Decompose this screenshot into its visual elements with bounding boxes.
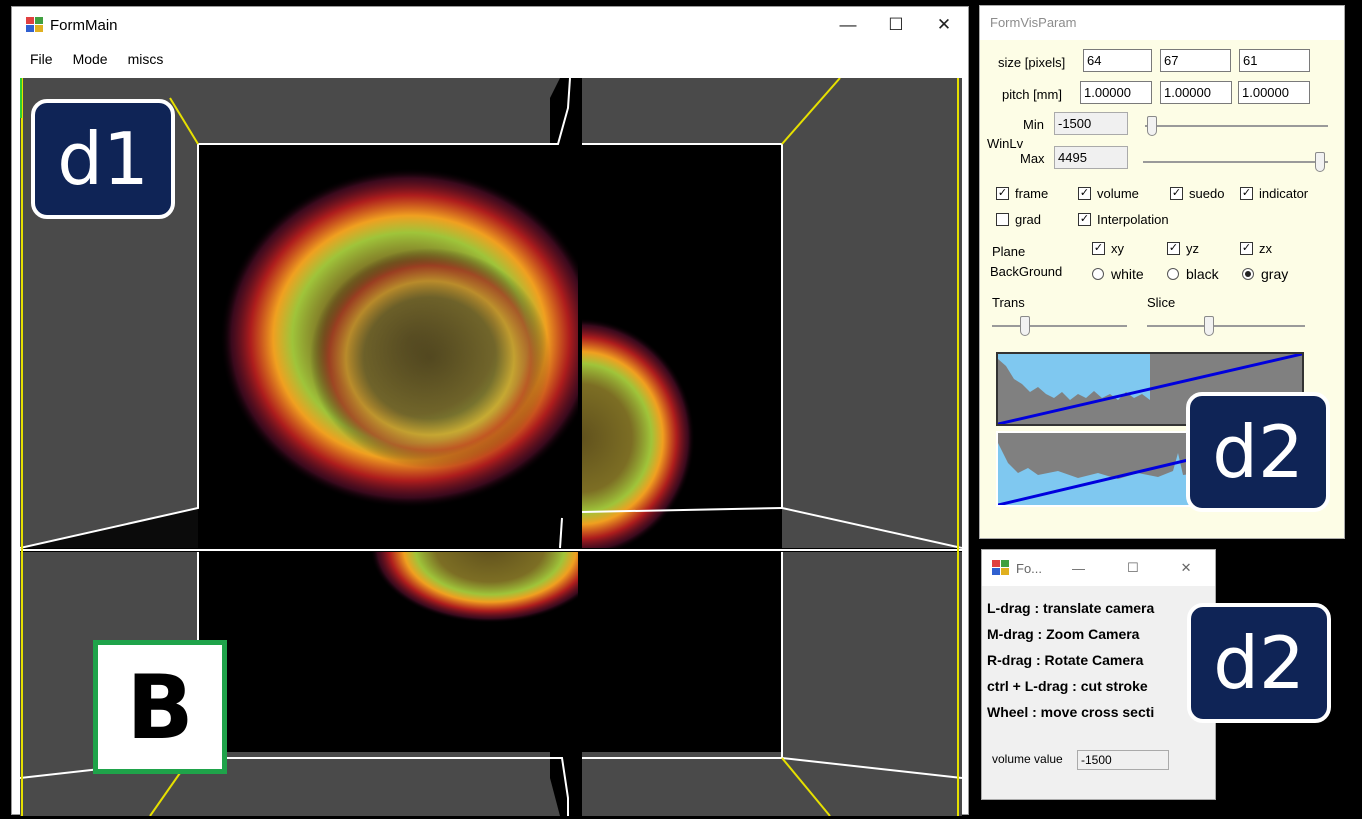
- slider-thumb[interactable]: [1020, 316, 1030, 336]
- slider-thumb[interactable]: [1315, 152, 1325, 172]
- checkbox-plane-zx[interactable]: ✓ zx: [1240, 241, 1272, 256]
- maximize-button[interactable]: ☐: [872, 7, 920, 43]
- label-d2-bottom: d2: [1187, 603, 1331, 723]
- winlv-max-slider[interactable]: [1143, 152, 1328, 172]
- help-line-wheel: Wheel : move cross secti: [987, 704, 1155, 720]
- size-z-field[interactable]: 61: [1239, 49, 1310, 72]
- plane-label: Plane: [992, 244, 1026, 259]
- check-icon: ✓: [1170, 187, 1183, 200]
- checkbox-plane-yz[interactable]: ✓ yz: [1167, 241, 1199, 256]
- pitch-label: pitch [mm]: [1002, 87, 1062, 102]
- help-minimize-button[interactable]: —: [1072, 561, 1085, 576]
- app-icon: [992, 560, 1010, 576]
- radio-gray[interactable]: gray: [1242, 266, 1288, 282]
- checkbox-indicator[interactable]: ✓ indicator: [1240, 186, 1308, 201]
- slider-thumb[interactable]: [1147, 116, 1157, 136]
- form-main-window: FormMain — ☐ ✕ File Mode miscs d1 B: [11, 6, 969, 816]
- help-line-mdrag: M-drag : Zoom Camera: [987, 626, 1140, 642]
- check-icon: ✓: [1078, 187, 1091, 200]
- size-label: size [pixels]: [998, 55, 1066, 70]
- minimize-button[interactable]: —: [824, 7, 872, 43]
- help-line-rdrag: R-drag : Rotate Camera: [987, 652, 1144, 668]
- check-icon: ✓: [1078, 213, 1091, 226]
- checkbox-frame[interactable]: ✓ frame: [996, 186, 1048, 201]
- main-titlebar[interactable]: FormMain — ☐ ✕: [12, 7, 968, 43]
- help-window: Fo... — ☐ ✕ L-drag : translate camera M-…: [981, 549, 1216, 800]
- help-line-ctrl-ldrag: ctrl + L-drag : cut stroke: [987, 678, 1148, 694]
- radio-black[interactable]: black: [1167, 266, 1219, 282]
- check-icon: ✓: [1240, 242, 1253, 255]
- size-x-field[interactable]: 64: [1083, 49, 1152, 72]
- checkbox-volume[interactable]: ✓ volume: [1078, 186, 1139, 201]
- close-button[interactable]: ✕: [920, 7, 968, 43]
- menu-miscs[interactable]: miscs: [128, 51, 164, 67]
- pitch-x-field[interactable]: 1.00000: [1080, 81, 1152, 104]
- help-maximize-button[interactable]: ☐: [1127, 560, 1139, 576]
- checkbox-grad[interactable]: grad: [996, 212, 1041, 227]
- main-title: FormMain: [50, 16, 118, 34]
- panel-zx-right: [582, 552, 782, 752]
- size-y-field[interactable]: 67: [1160, 49, 1231, 72]
- winlv-label: WinLv: [987, 136, 1024, 151]
- background-label: BackGround: [990, 264, 1063, 279]
- volume-xy-render: [220, 168, 578, 508]
- winlv-min-field[interactable]: -1500: [1054, 112, 1128, 135]
- help-titlebar[interactable]: Fo... — ☐ ✕: [982, 550, 1215, 586]
- menu-bar: File Mode miscs: [12, 44, 968, 74]
- form-vis-param-window: FormVisParam size [pixels] 64 67 61 pitc…: [979, 5, 1345, 539]
- help-close-button[interactable]: ✕: [1181, 560, 1192, 576]
- check-icon: ✓: [1167, 242, 1180, 255]
- volume-value-field[interactable]: -1500: [1077, 750, 1169, 770]
- menu-mode[interactable]: Mode: [73, 51, 108, 67]
- check-icon: ✓: [1240, 187, 1253, 200]
- vertical-divider: [578, 78, 582, 816]
- 3d-viewport[interactable]: d1 B: [20, 78, 962, 816]
- radio-white[interactable]: white: [1092, 266, 1144, 282]
- volume-value-label: volume value: [992, 752, 1063, 766]
- vis-param-title[interactable]: FormVisParam: [980, 6, 1344, 40]
- slice-slider[interactable]: [1147, 316, 1305, 336]
- winlv-min-label: Min: [1023, 117, 1044, 132]
- check-icon: ✓: [996, 187, 1009, 200]
- winlv-max-label: Max: [1020, 151, 1045, 166]
- pitch-z-field[interactable]: 1.00000: [1238, 81, 1310, 104]
- winlv-min-slider[interactable]: [1145, 116, 1328, 136]
- desktop: FormMain — ☐ ✕ File Mode miscs d1 B Form…: [0, 0, 1362, 819]
- checkbox-suedo[interactable]: ✓ suedo: [1170, 186, 1224, 201]
- checkbox-interpolation[interactable]: ✓ Interpolation: [1078, 212, 1169, 227]
- app-icon: [26, 17, 44, 33]
- check-icon: ✓: [1092, 242, 1105, 255]
- label-d1: d1: [31, 99, 175, 219]
- label-b: B: [93, 640, 227, 774]
- pitch-y-field[interactable]: 1.00000: [1160, 81, 1232, 104]
- slice-label: Slice: [1147, 295, 1176, 310]
- help-line-ldrag: L-drag : translate camera: [987, 600, 1155, 616]
- label-d2-top: d2: [1186, 392, 1330, 512]
- trans-slider[interactable]: [992, 316, 1127, 336]
- checkbox-plane-xy[interactable]: ✓ xy: [1092, 241, 1124, 256]
- slider-thumb[interactable]: [1204, 316, 1214, 336]
- winlv-max-field[interactable]: 4495: [1054, 146, 1128, 169]
- trans-label: Trans: [992, 295, 1025, 310]
- menu-file[interactable]: File: [30, 51, 53, 67]
- help-title: Fo...: [1016, 560, 1043, 576]
